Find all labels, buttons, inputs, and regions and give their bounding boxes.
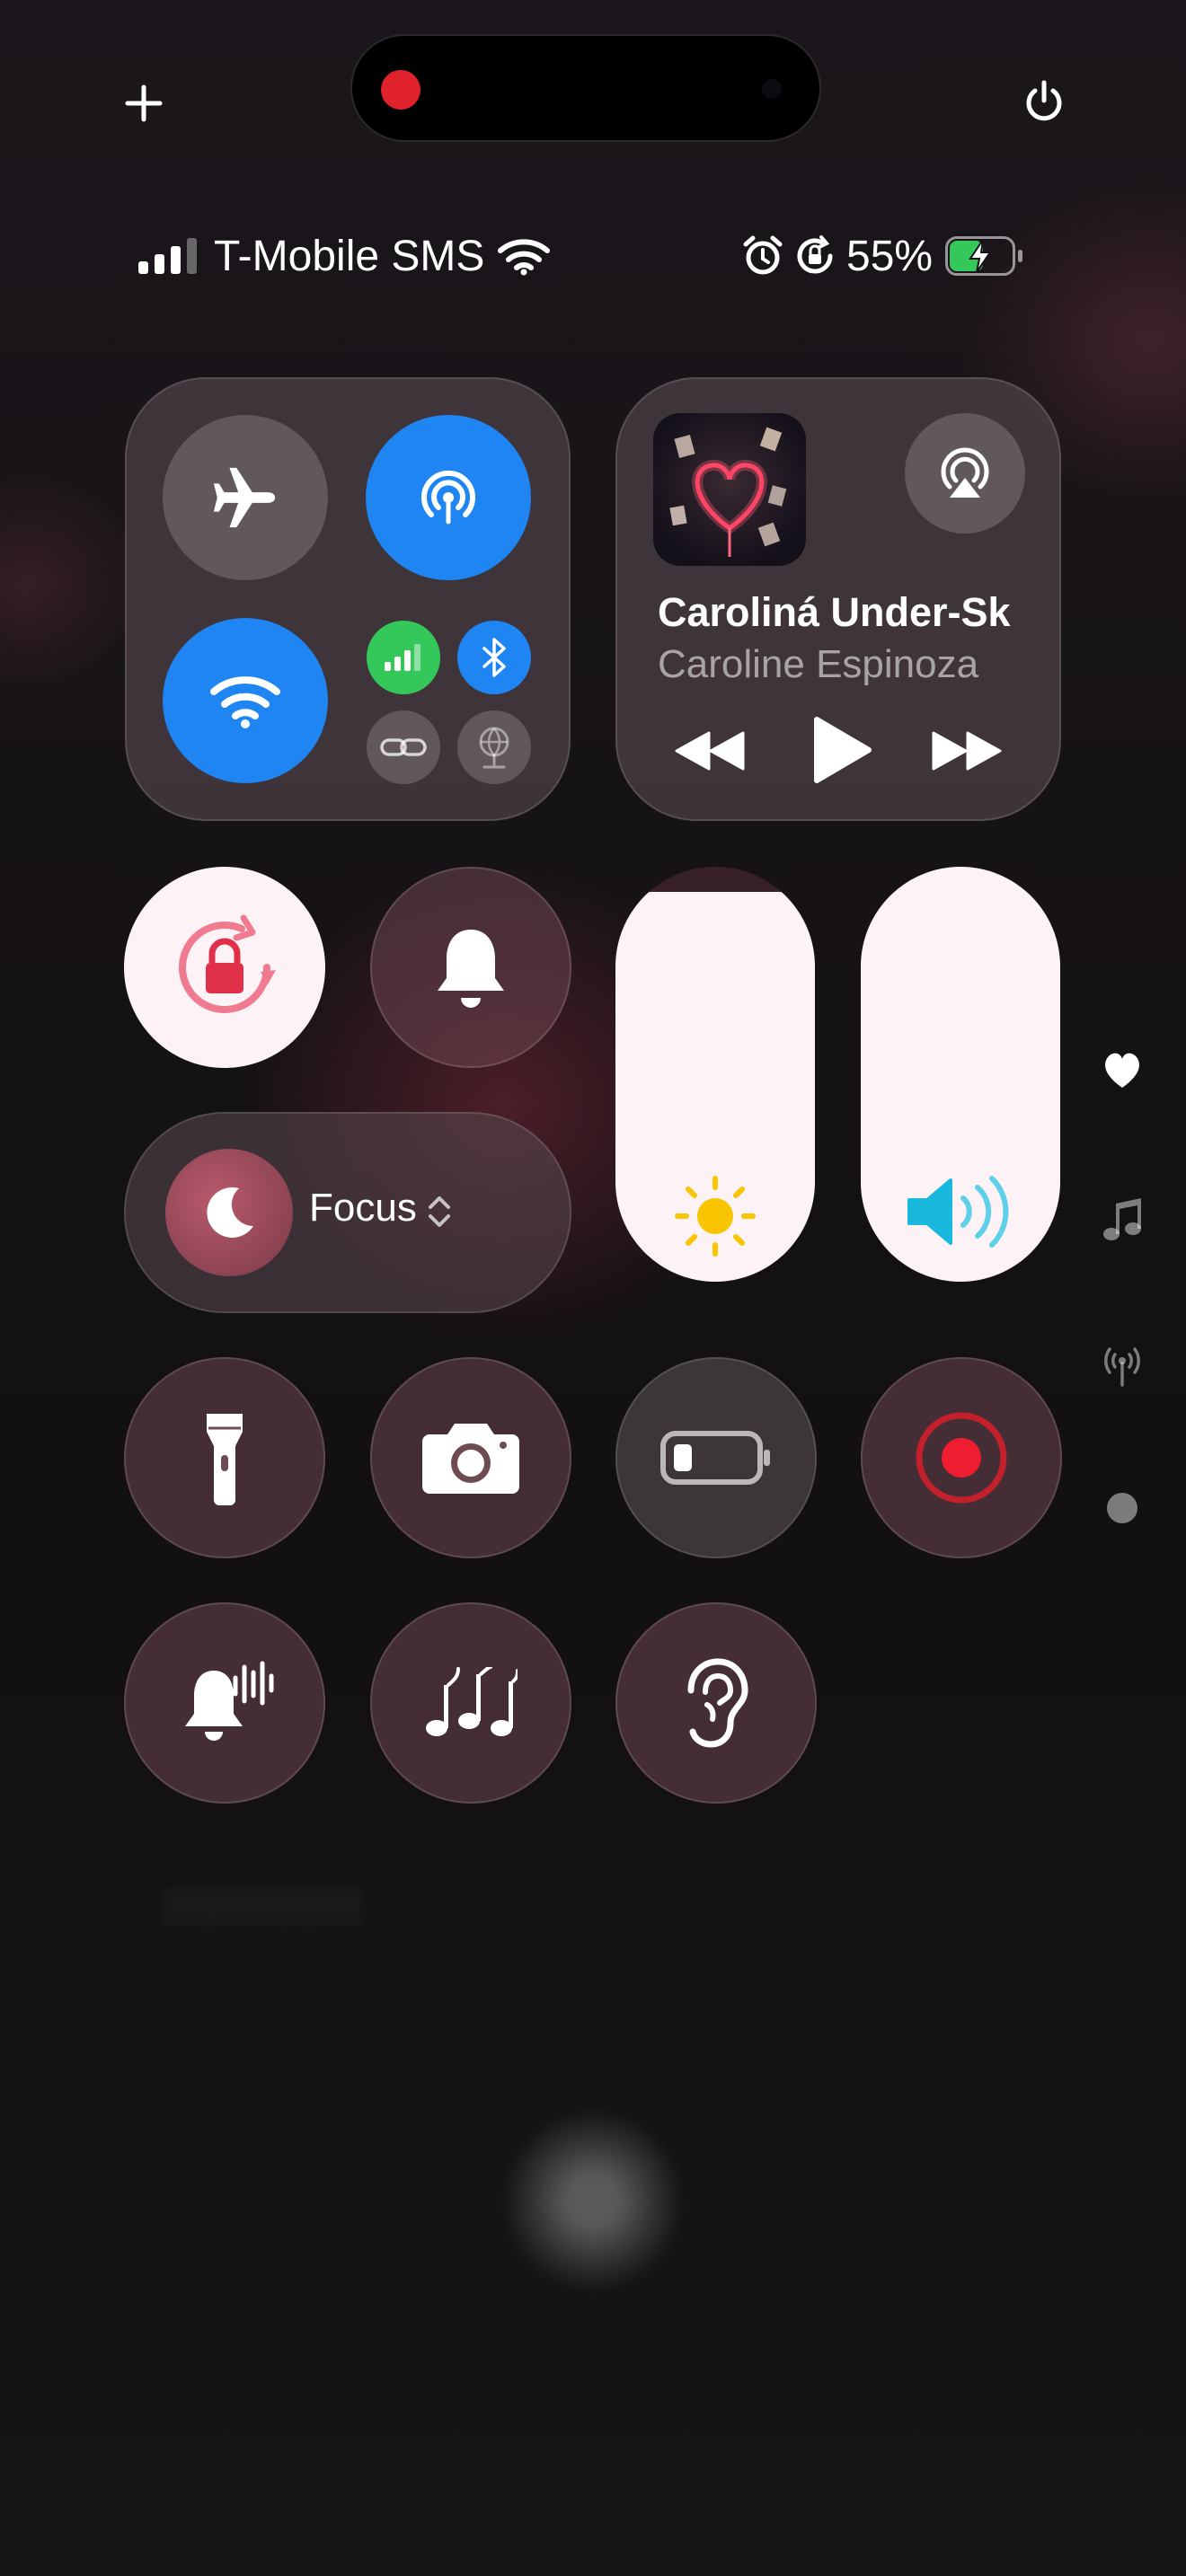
wifi-icon — [498, 239, 551, 276]
focus-moon-button[interactable] — [165, 1149, 293, 1276]
page-dot[interactable] — [1105, 1491, 1139, 1525]
page-music[interactable] — [1099, 1195, 1146, 1241]
page-connectivity[interactable] — [1097, 1342, 1147, 1389]
silent-mode-toggle[interactable] — [370, 867, 571, 1068]
moon-icon — [207, 1187, 253, 1238]
rewind-icon — [675, 731, 745, 771]
add-control-button[interactable] — [117, 76, 171, 130]
sound-recognition-icon — [185, 1661, 274, 1741]
low-power-mode-button[interactable] — [615, 1357, 817, 1558]
rewind-button[interactable] — [668, 719, 749, 783]
track-title: Caroliná Under-Sk — [658, 589, 1011, 635]
heart-icon — [1105, 1053, 1139, 1088]
battery-charging-icon — [945, 236, 1023, 276]
alarm-icon — [743, 235, 783, 275]
hearing-button[interactable] — [615, 1602, 817, 1804]
speaker-icon — [907, 1176, 1009, 1248]
play-button[interactable] — [801, 710, 882, 790]
airplane-mode-toggle[interactable] — [163, 415, 328, 580]
low-power-icon — [660, 1431, 770, 1485]
vpn-icon — [479, 727, 509, 769]
power-button[interactable] — [1015, 74, 1073, 131]
status-bar-right: 55% — [742, 229, 1023, 283]
antenna-icon — [1104, 1347, 1140, 1387]
background-dial — [503, 2111, 683, 2290]
link-icon — [380, 738, 427, 756]
airdrop-toggle[interactable] — [366, 415, 531, 580]
vpn-toggle[interactable] — [457, 710, 531, 784]
dot-icon — [1107, 1493, 1137, 1523]
volume-slider[interactable] — [861, 867, 1060, 1282]
battery-percentage: 55% — [846, 232, 934, 280]
sun-icon — [675, 1176, 756, 1257]
front-camera — [762, 79, 782, 99]
recording-indicator-icon — [381, 70, 420, 110]
personal-hotspot-toggle[interactable] — [367, 710, 440, 784]
brightness-slider[interactable] — [615, 867, 815, 1282]
bluetooth-toggle[interactable] — [457, 621, 531, 694]
status-bar-left: T-Mobile SMS — [137, 229, 551, 283]
carrier-name: T-Mobile SMS — [214, 232, 485, 280]
airplane-icon — [213, 467, 276, 528]
flashlight-icon — [207, 1414, 243, 1505]
rotation-lock-icon — [797, 235, 833, 274]
orientation-lock-toggle[interactable] — [124, 867, 325, 1068]
fast-forward-icon — [932, 731, 1002, 771]
camera-icon — [422, 1424, 519, 1494]
power-icon — [1026, 80, 1062, 121]
camera-button[interactable] — [370, 1357, 571, 1558]
bluetooth-icon — [482, 638, 506, 677]
fast-forward-button[interactable] — [927, 719, 1008, 783]
wifi-toggle[interactable] — [163, 618, 328, 783]
wifi-icon — [210, 676, 280, 728]
flashlight-button[interactable] — [124, 1357, 325, 1558]
cellular-data-toggle[interactable] — [367, 621, 440, 694]
airdrop-icon — [421, 470, 475, 525]
plus-icon — [125, 84, 163, 122]
screen-recording-button[interactable] — [861, 1357, 1062, 1558]
track-artist: Caroline Espinoza — [658, 642, 979, 686]
airplay-icon — [941, 447, 989, 498]
focus-label: Focus — [309, 1186, 417, 1230]
music-recognition-button[interactable] — [370, 1602, 571, 1804]
play-icon — [814, 717, 872, 783]
album-artwork — [653, 413, 806, 566]
music-recognition-icon — [426, 1667, 518, 1736]
dynamic-island[interactable] — [350, 34, 821, 142]
page-favorites[interactable] — [1099, 1046, 1146, 1093]
chevron-up-down-icon — [429, 1196, 450, 1227]
music-note-icon — [1103, 1198, 1141, 1240]
sound-recognition-button[interactable] — [124, 1602, 325, 1804]
airplay-button[interactable] — [905, 413, 1025, 534]
cellular-icon — [385, 644, 420, 671]
signal-bars-icon — [138, 238, 197, 274]
screen-record-icon — [916, 1412, 1007, 1504]
bell-icon — [438, 930, 504, 1008]
background-blur: ▒▒▒▒▒▒▒▒ — [162, 1886, 366, 1926]
hearing-icon — [687, 1658, 748, 1748]
orientation-lock-icon — [179, 914, 276, 1013]
